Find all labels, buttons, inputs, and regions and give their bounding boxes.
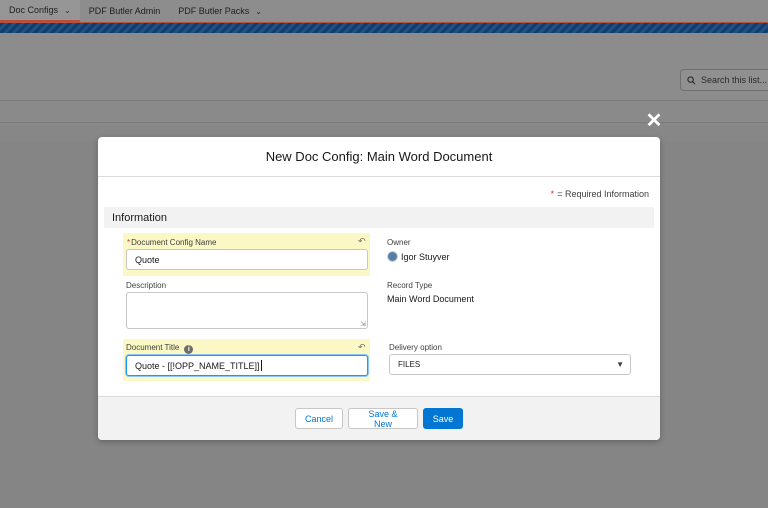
top-navigation: Doc Configs ⌄ PDF Butler Admin PDF Butle… — [0, 0, 768, 22]
new-record-modal: New Doc Config: Main Word Document * = Re… — [98, 137, 660, 440]
modal-footer: Cancel Save & New Save — [98, 396, 660, 440]
section-title: Information — [112, 211, 168, 224]
list-search-input[interactable]: Search this list... — [680, 69, 768, 91]
info-icon[interactable]: i — [184, 345, 194, 354]
tab-label: PDF Butler Admin — [88, 6, 161, 16]
section-information[interactable]: Information — [104, 207, 654, 228]
doc-config-name-input[interactable]: Quote — [126, 249, 368, 270]
undo-icon[interactable]: ↶ — [358, 236, 366, 247]
record-type-value: Main Word Document — [387, 294, 474, 304]
chevron-down-icon[interactable]: ⌄ — [64, 6, 71, 15]
description-label: Description — [126, 281, 167, 290]
search-icon — [687, 75, 696, 84]
description-textarea[interactable]: ⇲ — [126, 292, 368, 329]
document-title-label: Document Title i — [126, 343, 194, 354]
owner-name[interactable]: Igor Stuyver — [401, 252, 450, 262]
input-value: Quote — [135, 254, 160, 265]
header-banner — [0, 22, 768, 33]
undo-icon[interactable]: ↶ — [358, 342, 366, 353]
avatar — [387, 251, 398, 262]
list-header — [0, 33, 768, 101]
label-text: Document Title — [126, 343, 180, 352]
caret-down-icon: ▼ — [616, 360, 624, 369]
tab-pdf-butler-admin[interactable]: PDF Butler Admin — [80, 0, 170, 22]
delivery-option-label: Delivery option — [389, 343, 442, 352]
required-info: * = Required Information — [551, 189, 649, 199]
delivery-option-select[interactable]: FILES ▼ — [389, 354, 631, 375]
cancel-button[interactable]: Cancel — [295, 408, 343, 429]
required-star: * — [550, 189, 555, 199]
select-value: FILES — [398, 360, 421, 369]
tab-label: Doc Configs — [9, 5, 59, 15]
input-value: Quote - [[!OPP_NAME_TITLE]] — [135, 360, 260, 371]
modal-header: New Doc Config: Main Word Document — [98, 137, 660, 177]
close-icon[interactable]: ✕ — [645, 111, 663, 131]
search-placeholder: Search this list... — [701, 75, 768, 85]
required-info-text: = Required Information — [557, 189, 649, 199]
save-and-new-button[interactable]: Save & New — [348, 408, 418, 429]
tab-label: PDF Butler Packs — [178, 6, 250, 16]
required-star: * — [127, 238, 131, 247]
save-button[interactable]: Save — [423, 408, 463, 429]
doc-config-name-label: *Document Config Name — [127, 238, 217, 247]
tab-pdf-butler-packs[interactable]: PDF Butler Packs ⌄ — [169, 0, 271, 22]
document-title-input[interactable]: Quote - [[!OPP_NAME_TITLE]] — [126, 355, 368, 376]
modal-title: New Doc Config: Main Word Document — [265, 149, 493, 164]
owner-value[interactable]: Igor Stuyver — [387, 251, 450, 262]
tab-doc-configs[interactable]: Doc Configs ⌄ — [0, 0, 80, 22]
chevron-down-icon[interactable]: ⌄ — [255, 7, 262, 16]
text-cursor — [260, 360, 262, 371]
label-text: Document Config Name — [131, 238, 217, 247]
owner-label: Owner — [387, 238, 411, 247]
resize-handle-icon[interactable]: ⇲ — [360, 320, 366, 328]
record-type-label: Record Type — [387, 281, 433, 290]
